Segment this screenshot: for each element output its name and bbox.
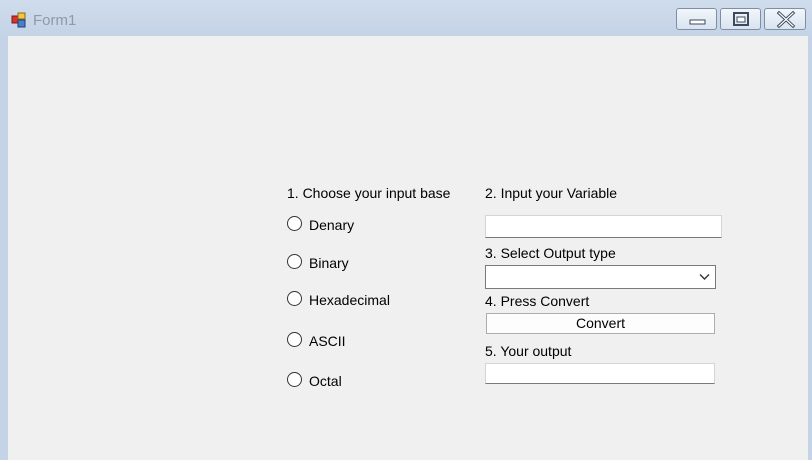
minimize-icon — [689, 19, 706, 25]
radio-binary[interactable] — [287, 254, 302, 269]
step1-label: 1. Choose your input base — [287, 185, 451, 201]
app-window: Form1 1. Choose your input base Denary B… — [0, 0, 812, 460]
variable-input[interactable] — [485, 215, 722, 238]
step2-label: 2. Input your Variable — [485, 185, 618, 201]
radio-octal[interactable] — [287, 372, 302, 387]
close-button[interactable] — [764, 8, 806, 30]
radio-denary-label[interactable]: Denary — [309, 217, 354, 234]
radio-hexadecimal[interactable] — [287, 291, 302, 306]
radio-ascii-label[interactable]: ASCII — [309, 333, 346, 350]
radio-hexadecimal-label[interactable]: Hexadecimal — [309, 292, 390, 309]
title-bar[interactable]: Form1 — [0, 0, 812, 36]
radio-binary-label[interactable]: Binary — [309, 255, 349, 272]
output-field[interactable] — [485, 363, 715, 384]
step4-label: 4. Press Convert — [485, 293, 590, 309]
minimize-button[interactable] — [676, 8, 717, 30]
output-type-dropdown[interactable] — [485, 265, 716, 289]
step5-label: 5. Your output — [485, 343, 572, 359]
form-client-area: 1. Choose your input base Denary Binary … — [8, 36, 808, 460]
chevron-down-icon — [699, 274, 710, 280]
step3-label: 3. Select Output type — [485, 245, 616, 261]
window-title: Form1 — [33, 12, 77, 29]
radio-ascii[interactable] — [287, 332, 302, 347]
close-icon — [776, 10, 796, 29]
maximize-icon — [733, 12, 749, 26]
convert-button[interactable]: Convert — [486, 313, 715, 334]
maximize-button[interactable] — [720, 8, 761, 30]
app-icon — [11, 12, 27, 28]
radio-octal-label[interactable]: Octal — [309, 373, 342, 390]
radio-denary[interactable] — [287, 216, 302, 231]
